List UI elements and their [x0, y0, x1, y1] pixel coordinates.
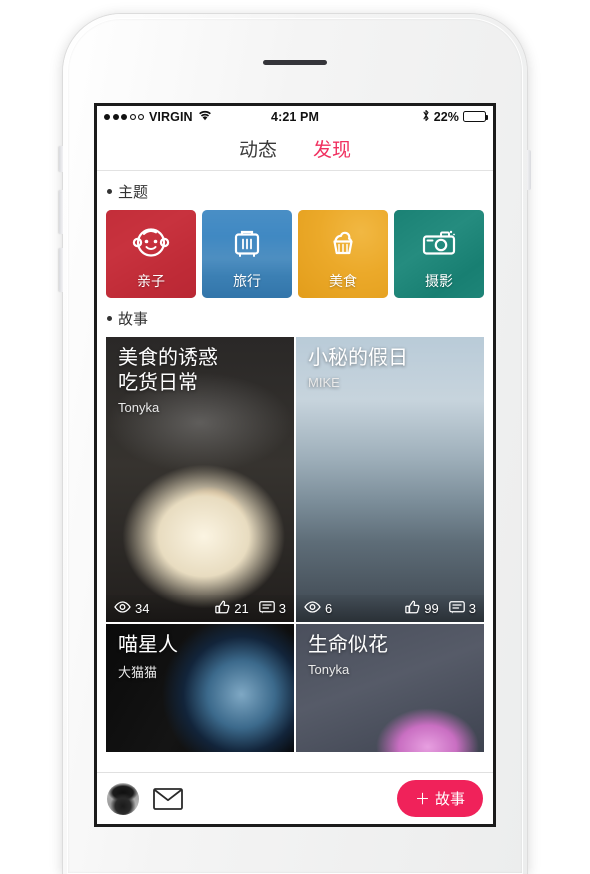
status-bar-left: VIRGIN: [104, 110, 271, 124]
views-count: 34: [135, 601, 150, 616]
battery-icon: [463, 111, 489, 122]
comments-stat: 3: [258, 600, 286, 617]
comments-stat: 3: [448, 600, 476, 617]
theme-tiles-row: 亲子 旅行 美食 摄影: [97, 210, 493, 298]
story-card-author: Tonyka: [118, 400, 160, 415]
earpiece-speaker: [263, 60, 327, 65]
plus-icon: ＋: [414, 791, 430, 808]
story-card-title: 生命似花: [308, 634, 388, 656]
likes-stat: 21: [215, 600, 249, 617]
theme-tile-label: 旅行: [233, 273, 261, 289]
story-card[interactable]: 生命似花 Tonyka: [296, 624, 484, 752]
wifi-icon: [198, 110, 212, 124]
stories-section-header: 故事: [97, 298, 493, 337]
bullet-icon: [107, 189, 112, 194]
theme-tile-lvxing[interactable]: 旅行: [202, 210, 292, 298]
cupcake-icon: [323, 223, 363, 268]
views-stat: 34: [114, 601, 215, 616]
user-avatar[interactable]: [107, 782, 139, 815]
story-card-text: 喵星人 大猫猫: [118, 633, 286, 681]
story-card-text: 生命似花 Tonyka: [308, 633, 476, 677]
eye-icon: [114, 601, 131, 616]
story-card-author: MIKE: [308, 375, 340, 390]
story-card-text: 美食的诱惑 吃货日常 Tonyka: [118, 346, 286, 415]
themes-section-title: 主题: [118, 184, 149, 201]
comments-count: 3: [278, 601, 286, 616]
bluetooth-icon: [422, 109, 430, 125]
camera-icon: [417, 223, 461, 268]
story-card[interactable]: 美食的诱惑 吃货日常 Tonyka 34 21 3: [106, 337, 294, 622]
theme-tile-sheying[interactable]: 摄影: [394, 210, 484, 298]
comment-icon: [258, 600, 275, 617]
theme-tile-meishi[interactable]: 美食: [298, 210, 388, 298]
views-count: 6: [325, 601, 333, 616]
theme-tile-label: 摄影: [425, 273, 453, 289]
phone-screen: VIRGIN 4:21 PM 22% 动态 发现 主题 亲子 旅行 美食 摄影 …: [97, 106, 493, 824]
mute-switch[interactable]: [59, 146, 63, 172]
battery-percent-label: 22%: [433, 109, 460, 124]
stories-section-title: 故事: [118, 311, 149, 328]
story-card-title: 喵星人: [118, 634, 178, 656]
views-stat: 6: [304, 601, 405, 616]
likes-count: 21: [234, 601, 249, 616]
thumbs-up-icon: [215, 600, 230, 617]
story-grid: 美食的诱惑 吃货日常 Tonyka 34 21 3 小秘的假日 MIKE 6 9…: [97, 337, 493, 752]
add-story-label: 故事: [434, 791, 465, 808]
story-card-author: Tonyka: [308, 662, 350, 677]
suitcase-icon: [227, 223, 267, 268]
volume-down-button[interactable]: [59, 248, 63, 292]
signal-strength-icon: [104, 113, 144, 120]
eye-icon: [304, 601, 321, 616]
bullet-icon: [107, 316, 112, 321]
story-card-title: 美食的诱惑 吃货日常: [118, 347, 218, 394]
theme-tile-label: 美食: [329, 273, 357, 289]
bottom-toolbar: ＋ 故事: [97, 772, 493, 824]
story-card[interactable]: 小秘的假日 MIKE 6 99 3: [296, 337, 484, 622]
baby-face-icon: [130, 222, 172, 269]
volume-up-button[interactable]: [59, 190, 63, 234]
comment-icon: [448, 600, 465, 617]
carrier-label: VIRGIN: [149, 109, 193, 124]
theme-tile-label: 亲子: [137, 273, 165, 289]
story-card-stats: 34 21 3: [106, 595, 294, 622]
status-bar-right: 22%: [319, 109, 489, 125]
status-bar-time: 4:21 PM: [271, 109, 319, 124]
thumbs-up-icon: [405, 600, 420, 617]
comments-count: 3: [468, 601, 476, 616]
theme-tile-qinzi[interactable]: 亲子: [106, 210, 196, 298]
likes-stat: 99: [405, 600, 439, 617]
status-bar: VIRGIN 4:21 PM 22%: [97, 106, 493, 127]
likes-count: 99: [424, 601, 439, 616]
power-button[interactable]: [527, 150, 531, 190]
story-card-text: 小秘的假日 MIKE: [308, 346, 476, 390]
story-card[interactable]: 喵星人 大猫猫: [106, 624, 294, 752]
story-card-title: 小秘的假日: [308, 347, 408, 369]
envelope-icon[interactable]: [153, 787, 183, 810]
themes-section-header: 主题: [97, 171, 493, 210]
story-card-author: 大猫猫: [118, 665, 158, 680]
add-story-button[interactable]: ＋ 故事: [396, 780, 483, 817]
top-nav-tabs: 动态 发现: [97, 127, 493, 171]
tab-faxian[interactable]: 发现: [313, 135, 351, 162]
story-card-stats: 6 99 3: [296, 595, 484, 622]
tab-dongtai[interactable]: 动态: [239, 135, 277, 162]
